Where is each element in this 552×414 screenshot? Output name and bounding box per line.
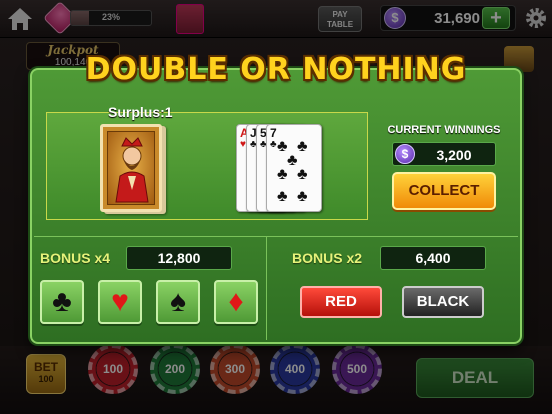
club-pip-icon: ♣: [287, 152, 298, 169]
divider: [34, 236, 518, 237]
current-winnings-label: CURRENT WINNINGS: [387, 124, 501, 136]
card-deck-back: [100, 124, 162, 212]
bonus-suit-value: 12,800: [126, 246, 232, 270]
bonus-color-label: BONUS x2: [292, 250, 363, 266]
surplus-label: Surplus:1: [108, 104, 173, 120]
diamond-button[interactable]: ♦: [214, 280, 258, 324]
bonus-color-value: 6,400: [380, 246, 486, 270]
club-pip-icon: ♣: [277, 138, 288, 155]
club-pip-icon: ♣: [277, 188, 288, 205]
dialog-title: DOUBLE OR NOTHING: [85, 52, 467, 87]
playing-card-top: 7 ♣ ♣ ♣ ♣ ♣ ♣ ♣ ♣: [266, 124, 322, 212]
club-pip-icon: ♣: [297, 166, 308, 183]
coin-icon: $: [395, 144, 415, 164]
club-pip-icon: ♣: [297, 138, 308, 155]
current-winnings-value: 3,200: [436, 147, 472, 163]
bonus-suit-label: BONUS x4: [40, 250, 111, 266]
club-pip-icon: ♣: [297, 188, 308, 205]
card-back-art: [107, 131, 155, 205]
king-portrait-icon: [115, 137, 149, 203]
club-pip-icon: ♣: [277, 166, 288, 183]
collect-button[interactable]: COLLECT: [392, 172, 496, 210]
club-button[interactable]: ♣: [40, 280, 84, 324]
black-button[interactable]: BLACK: [402, 286, 484, 318]
spade-button[interactable]: ♠: [156, 280, 200, 324]
divider: [266, 236, 267, 340]
red-button[interactable]: RED: [300, 286, 382, 318]
card-rank: 7 ♣: [270, 126, 277, 150]
heart-button[interactable]: ♥: [98, 280, 142, 324]
